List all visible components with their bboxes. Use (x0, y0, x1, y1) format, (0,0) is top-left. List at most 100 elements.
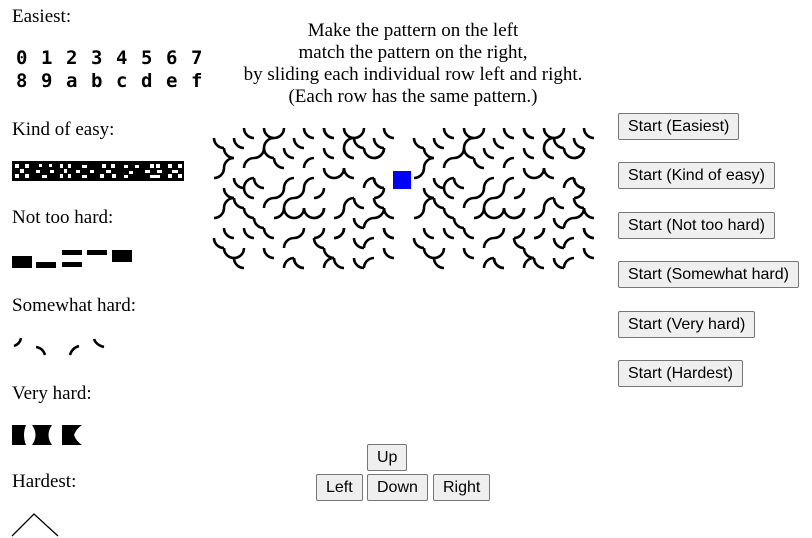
left-grid-arc (262, 196, 275, 209)
level-label-somewhat-hard: Somewhat hard: (12, 295, 137, 316)
right-grid-arc (553, 127, 566, 140)
left-button[interactable]: Left (316, 474, 363, 501)
right-grid-arc (513, 207, 526, 220)
left-grid-arc (352, 197, 365, 210)
left-grid-arc (333, 207, 346, 220)
left-grid-arc (242, 127, 255, 140)
left-grid-arc (342, 127, 355, 140)
right-grid-arc (572, 137, 585, 150)
left-grid-arc (252, 217, 265, 230)
up-button[interactable]: Up (367, 444, 408, 471)
left-grid-arc (362, 256, 375, 269)
left-grid-arc (222, 247, 235, 260)
left-grid-arc (353, 127, 366, 140)
very-hard-preview (12, 425, 82, 445)
right-grid-arc (482, 256, 495, 269)
left-grid-arc (262, 136, 275, 149)
right-grid-arc (512, 237, 525, 250)
right-grid-arc (412, 137, 425, 150)
left-grid-arc (242, 176, 255, 189)
right-grid-arc (493, 227, 506, 240)
left-grid-arc (313, 227, 326, 240)
left-grid-arc (333, 227, 346, 240)
left-grid-arc (382, 247, 395, 260)
right-grid-arc (552, 237, 565, 250)
left-grid-arc (222, 187, 235, 200)
right-grid-arc (422, 196, 435, 209)
easiest-preview-glyph: 0 (16, 47, 27, 69)
right-grid-arc (542, 167, 555, 180)
right-grid-arc (502, 127, 515, 140)
start-very-hard-button[interactable]: Start (Very hard) (618, 311, 756, 338)
left-grid-arc (232, 257, 245, 270)
easiest-preview-glyph: d (141, 70, 152, 92)
start-easiest-button[interactable]: Start (Easiest) (618, 113, 740, 140)
right-grid-arc (522, 247, 535, 260)
left-grid-arc (232, 197, 245, 210)
easiest-preview-glyph: c (116, 70, 127, 92)
right-grid-arc (542, 136, 555, 149)
left-grid-arc (313, 207, 326, 220)
level-label-very-hard: Very hard: (12, 383, 92, 404)
puzzle-board[interactable] (206, 127, 596, 276)
right-grid-arc (533, 227, 546, 240)
left-grid-arc (252, 177, 265, 190)
start-somewhat-hard-button[interactable]: Start (Somewhat hard) (618, 261, 799, 288)
left-grid-arc (312, 237, 325, 250)
easiest-preview-glyph: e (166, 70, 177, 92)
start-hardest-button[interactable]: Start (Hardest) (618, 360, 743, 387)
left-grid-arc (232, 137, 245, 150)
easiest-preview: 0 1 2 3 4 5 6 7 8 9 a b c d e f (16, 47, 202, 92)
left-grid-arc (352, 237, 365, 250)
left-grid-arc (233, 247, 246, 260)
right-grid-arc (433, 247, 446, 260)
right-grid-arc (513, 227, 526, 240)
left-grid-arc (273, 207, 286, 220)
right-grid-arc (533, 207, 546, 220)
right-grid-arc (562, 216, 575, 229)
right-grid-arc (562, 236, 575, 249)
left-grid-arc (262, 147, 275, 160)
right-grid-arc (573, 207, 586, 220)
left-grid-arc (222, 156, 235, 169)
right-grid-arc (462, 127, 475, 140)
right-grid-arc (533, 167, 546, 180)
left-grid-arc (222, 196, 235, 209)
left-grid-arc (213, 207, 226, 220)
right-grid-arc (582, 227, 595, 240)
right-grid-arc (452, 217, 465, 230)
left-grid-arc (362, 236, 375, 249)
puzzle-left-grid (212, 127, 395, 270)
easiest-preview-glyph: 2 (66, 47, 77, 69)
right-grid-arc (482, 196, 495, 209)
right-grid-arc (482, 207, 495, 220)
right-grid-arc (552, 217, 565, 230)
right-grid-arc (492, 137, 505, 150)
right-grid-arc (522, 127, 535, 140)
left-grid-arc (333, 167, 346, 180)
right-grid-arc (552, 257, 565, 270)
left-grid-arc (372, 137, 385, 150)
left-grid-arc (282, 176, 295, 189)
right-grid-arc (542, 196, 555, 209)
left-grid-arc (282, 196, 295, 209)
instruction-line-2: match the pattern on the right, (298, 42, 528, 63)
right-button[interactable]: Right (433, 474, 491, 501)
right-grid-arc (573, 147, 586, 160)
left-grid-arc (292, 257, 305, 270)
start-kind-of-easy-button[interactable]: Start (Kind of easy) (618, 162, 775, 189)
right-grid-arc (412, 237, 425, 250)
down-button[interactable]: Down (367, 474, 428, 501)
instructions: Make the pattern on the left match the p… (228, 20, 598, 108)
right-grid-arc (502, 156, 515, 169)
easiest-preview-glyph: 3 (91, 47, 102, 69)
level-label-not-too-hard: Not too hard: (12, 207, 114, 228)
left-grid-arc (262, 227, 275, 240)
right-grid-arc (562, 176, 575, 189)
left-grid-arc (232, 177, 245, 190)
left-grid-arc (362, 216, 375, 229)
left-grid-arc (322, 147, 335, 160)
left-grid-arc (273, 187, 286, 200)
start-not-too-hard-button[interactable]: Start (Not too hard) (618, 212, 775, 239)
right-grid-arc (442, 156, 455, 169)
